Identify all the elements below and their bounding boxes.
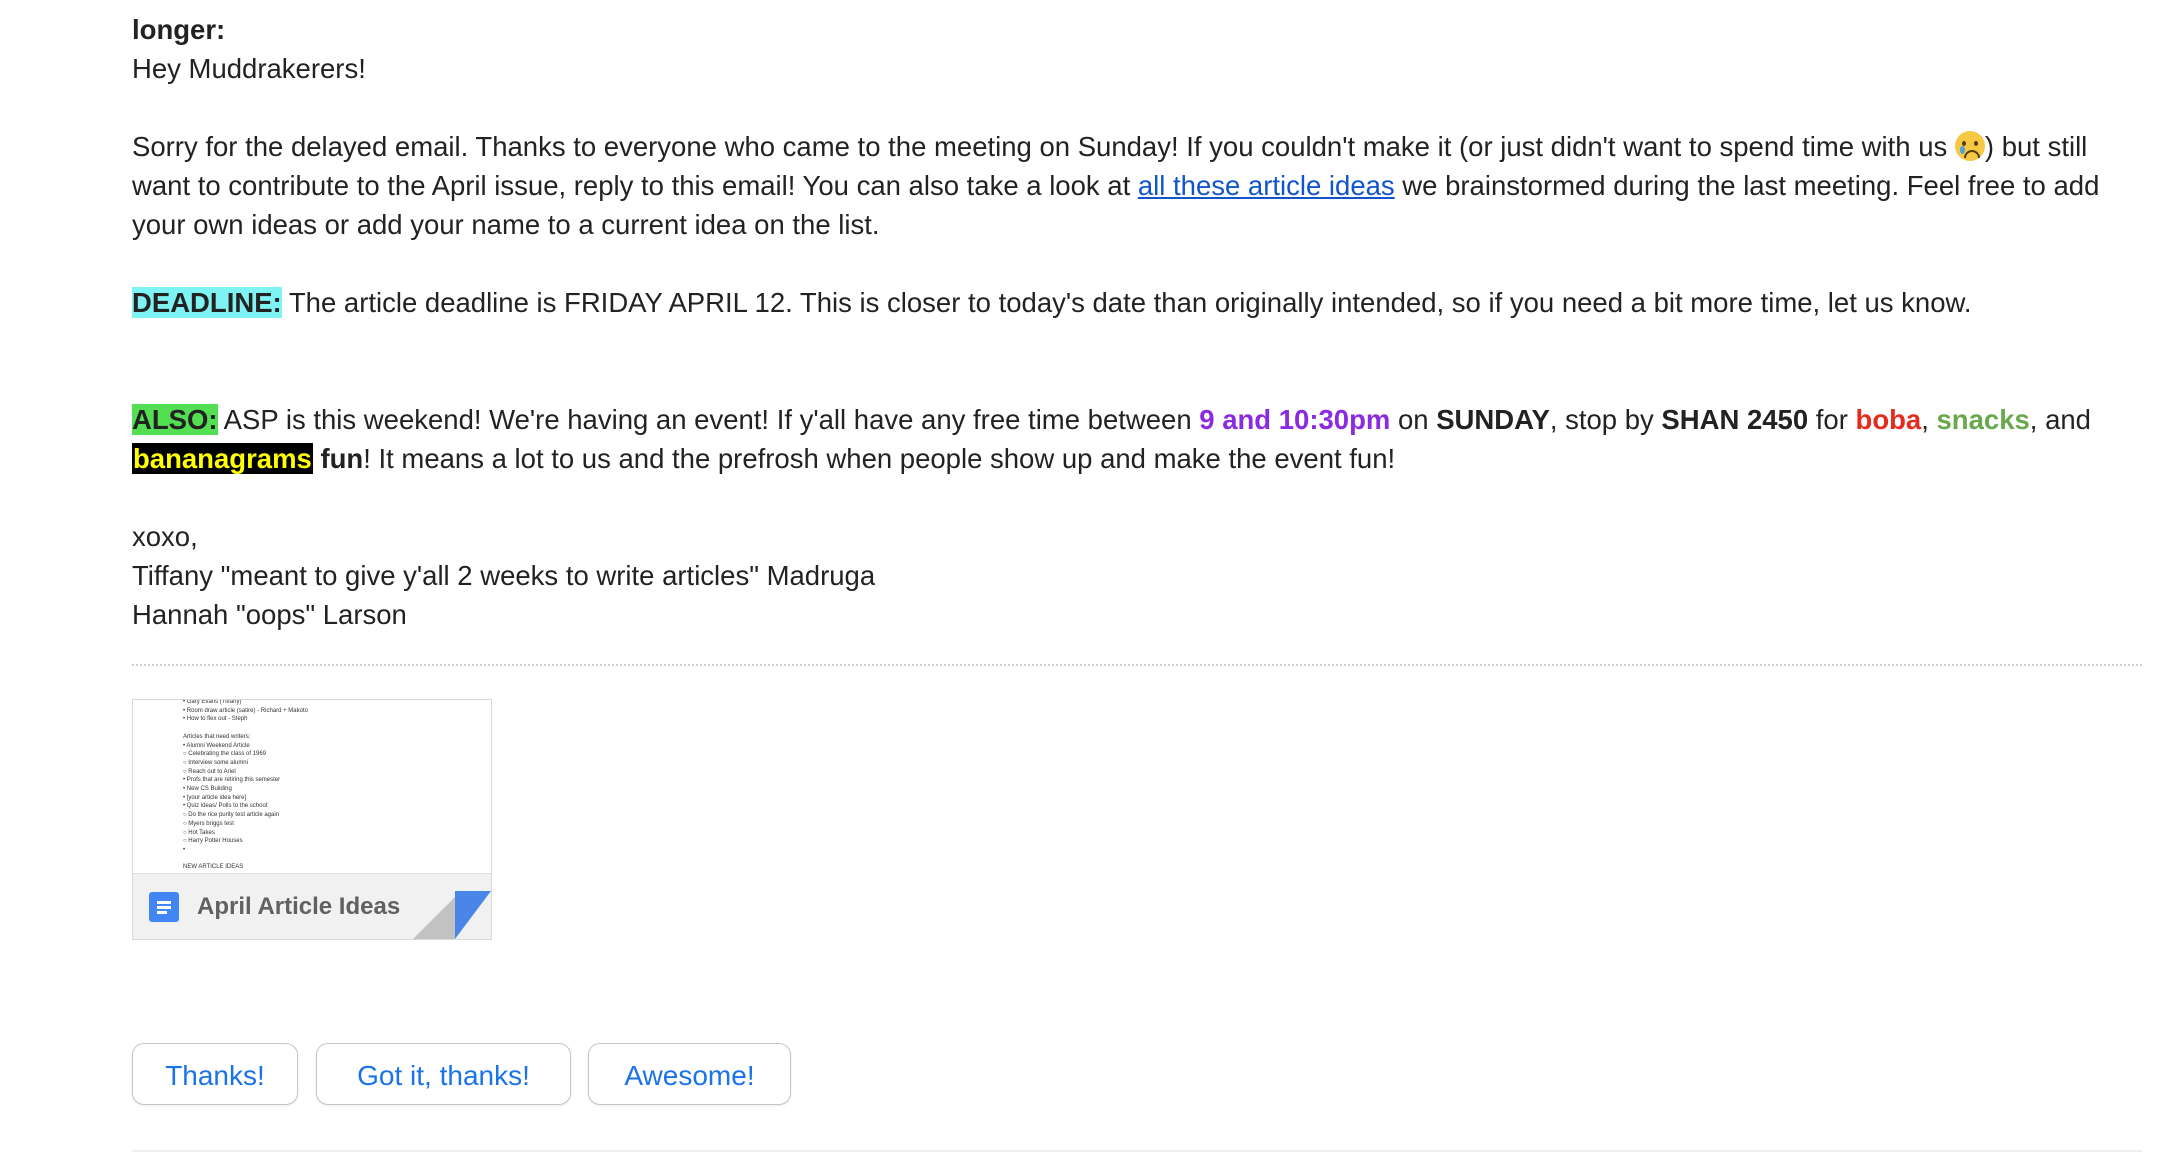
attachment-card[interactable]: • Gary Evans (Tiffany) • Room draw articl… xyxy=(132,699,492,940)
preview-line: NEW ARTICLE IDEAS xyxy=(183,864,244,871)
preview-line: • New CS Building xyxy=(183,786,232,793)
preview-line: ○ Do the rice purity test article again xyxy=(183,812,279,819)
deadline-text: The article deadline is FRIDAY APRIL 12.… xyxy=(281,287,1972,318)
preview-line xyxy=(183,724,308,733)
preview-line: ○ Interview some alumni xyxy=(183,759,248,766)
also-label: ALSO: xyxy=(132,404,218,435)
signoff: xoxo, xyxy=(132,521,198,552)
signature-tiffany: Tiffany "meant to give y'all 2 weeks to … xyxy=(132,560,876,591)
preview-line: ○ Reach out to Ariel xyxy=(183,768,236,775)
signature-hannah: Hannah "oops" Larson xyxy=(132,599,407,630)
attachment-footer: April Article Ideas xyxy=(133,874,491,939)
reply-got-it-button[interactable]: Got it, thanks! xyxy=(316,1043,571,1105)
also-text-8: ! It means a lot to us and the prefrosh … xyxy=(363,443,1396,474)
greeting: Hey Muddrakerers! xyxy=(132,53,366,84)
event-place: SHAN 2450 xyxy=(1661,404,1809,435)
lead-heading-text: longer: xyxy=(132,14,226,45)
item-bananagrams: bananagrams xyxy=(132,443,313,474)
also-text-6: , and xyxy=(2029,404,2091,435)
paragraph-intro: Sorry for the delayed email. Thanks to e… xyxy=(132,127,2122,244)
item-snacks: snacks xyxy=(1936,404,2030,435)
crying-face-icon xyxy=(1954,131,1985,161)
attachment-preview: • Gary Evans (Tiffany) • Room draw articl… xyxy=(133,700,491,874)
article-ideas-link[interactable]: all these article ideas xyxy=(1138,170,1395,201)
item-boba: boba xyxy=(1855,404,1922,435)
preview-line: • xyxy=(183,846,186,853)
reply-thanks-button[interactable]: Thanks! xyxy=(132,1043,298,1105)
preview-line: Articles that need writers: xyxy=(183,733,251,740)
preview-list: • Gary Evans (Tiffany) • Room draw articl… xyxy=(183,700,308,872)
preview-line: • How to flex out - Steph xyxy=(183,716,248,723)
preview-line xyxy=(183,855,308,864)
attachment-title: April Article Ideas xyxy=(197,893,401,920)
preview-line: • Profs that are retiring this semester xyxy=(183,777,281,784)
fun-word: fun xyxy=(320,443,364,474)
reply-awesome-button[interactable]: Awesome! xyxy=(588,1043,791,1105)
bottom-divider xyxy=(132,1150,2142,1152)
page-fold-icon xyxy=(413,891,491,939)
preview-line: • Quiz ideas/ Polls to the school: xyxy=(183,803,269,810)
deadline-label: DEADLINE: xyxy=(132,287,282,318)
preview-line: • Gary Evans (Tiffany) xyxy=(183,700,242,705)
preview-line: • [your article idea here] xyxy=(183,794,247,801)
also-text-4: for xyxy=(1808,404,1856,435)
preview-line: ○ Celebrating the class of 1969 xyxy=(183,751,267,758)
event-day: SUNDAY xyxy=(1436,404,1550,435)
email-body: longer: Hey Muddrakerers! Sorry for the … xyxy=(132,10,2122,634)
also-text-5: , xyxy=(1921,404,1937,435)
also-text-3: , stop by xyxy=(1549,404,1662,435)
also-text-1: ASP is this weekend! We're having an eve… xyxy=(217,404,1200,435)
quoted-text-divider xyxy=(132,664,2142,666)
paragraph-also: ALSO: ASP is this weekend! We're having … xyxy=(132,400,2122,478)
preview-line: • Room draw article (satire) - Richard +… xyxy=(183,707,308,714)
google-docs-icon xyxy=(149,892,179,922)
also-text-2: on xyxy=(1390,404,1437,435)
preview-line: ○ Myers briggs test xyxy=(183,820,234,827)
lead-heading: longer: xyxy=(132,10,2122,49)
paragraph-deadline: DEADLINE: The article deadline is FRIDAY… xyxy=(132,283,2122,322)
preview-line: ○ Hot Takes xyxy=(183,829,215,836)
event-time: 9 and 10:30pm xyxy=(1199,404,1391,435)
preview-line: ○ Harry Potter Houses xyxy=(183,838,243,845)
preview-line: • Alumni Weekend Article xyxy=(183,742,250,749)
intro-text-a: Sorry for the delayed email. Thanks to e… xyxy=(132,131,1955,162)
